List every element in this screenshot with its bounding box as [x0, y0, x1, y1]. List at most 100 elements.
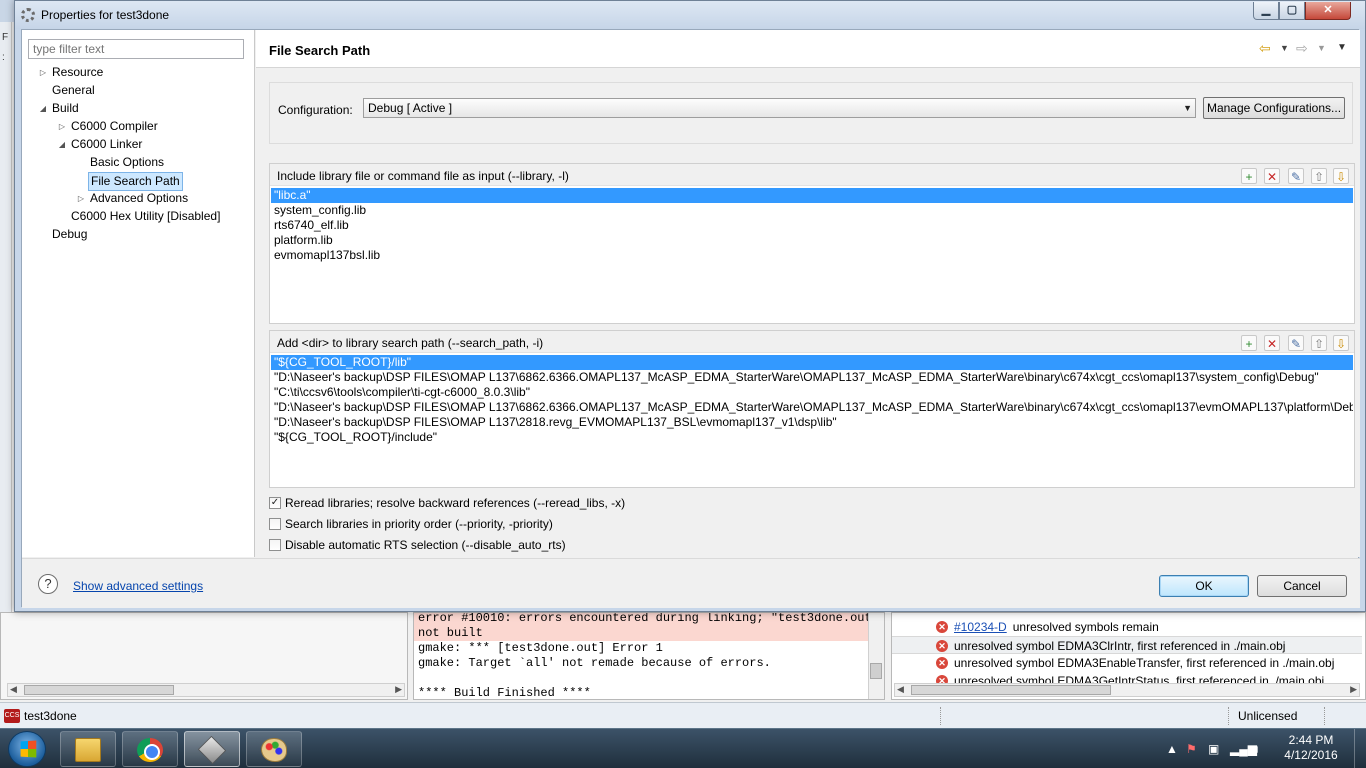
- move-up-icon[interactable]: ⇧: [1311, 335, 1327, 351]
- search-path-list-item[interactable]: "D:\Naseer's backup\DSP FILES\OMAP L137\…: [271, 415, 1353, 430]
- help-icon[interactable]: ?: [38, 574, 58, 594]
- library-list-item[interactable]: evmomapl137bsl.lib: [271, 248, 1353, 263]
- status-separator: [1228, 707, 1230, 725]
- tree-item-label: C6000 Linker: [71, 137, 143, 151]
- tree-item-label: Advanced Options: [90, 191, 189, 205]
- tray-expand-icon[interactable]: ▲: [1166, 742, 1178, 756]
- checkbox-checked-icon[interactable]: ✓: [269, 497, 281, 509]
- status-separator: [1324, 707, 1326, 725]
- taskbar-clock[interactable]: 2:44 PM 4/12/2016: [1276, 733, 1346, 763]
- settings-tree-panel: ▷ Resource General ◢ Build ▷ C6000 Compi…: [22, 30, 255, 557]
- error-icon: ✕: [936, 657, 948, 669]
- edit-item-icon[interactable]: ✎: [1288, 168, 1304, 184]
- forward-dropdown-icon[interactable]: ▼: [1317, 40, 1326, 56]
- volume-icon[interactable]: 🔈︎: [1254, 742, 1261, 757]
- search-path-list-item[interactable]: "C:\ti\ccsv6\tools\compiler\ti-cgt-c6000…: [271, 385, 1353, 400]
- tree-collapse-icon[interactable]: ◢: [38, 100, 48, 117]
- tree-expand-icon[interactable]: ▷: [38, 64, 48, 81]
- checkbox-unchecked-icon[interactable]: [269, 539, 281, 551]
- tree-expand-icon[interactable]: ▷: [57, 118, 67, 135]
- move-down-icon[interactable]: ⇩: [1333, 168, 1349, 184]
- add-item-icon[interactable]: +: [1241, 168, 1257, 184]
- search-path-list-item[interactable]: "${CG_TOOL_ROOT}/lib": [271, 355, 1353, 370]
- close-button[interactable]: ✕: [1305, 2, 1351, 20]
- scroll-right-icon[interactable]: ▶: [395, 684, 402, 695]
- properties-gear-icon: [21, 8, 35, 22]
- show-desktop-button[interactable]: [1354, 729, 1366, 768]
- disable-auto-rts-checkbox[interactable]: Disable automatic RTS selection (--disab…: [269, 537, 566, 553]
- reread-libs-checkbox[interactable]: ✓ Reread libraries; resolve backward ref…: [269, 495, 625, 511]
- problems-hscroll[interactable]: ◀ ▶: [894, 683, 1360, 697]
- library-list-item[interactable]: system_config.lib: [271, 203, 1353, 218]
- system-tray: ▲ ⚑ ▣ ▂▄▆ 🔈︎ 2:44 PM 4/12/2016: [1160, 729, 1366, 768]
- delete-item-icon[interactable]: ✕: [1264, 335, 1280, 351]
- ok-button[interactable]: OK: [1159, 575, 1249, 597]
- library-list-item[interactable]: rts6740_elf.lib: [271, 218, 1353, 233]
- windows-taskbar: ▲ ⚑ ▣ ▂▄▆ 🔈︎ 2:44 PM 4/12/2016: [0, 728, 1366, 768]
- manage-configurations-button[interactable]: Manage Configurations...: [1203, 97, 1345, 119]
- project-explorer-hscroll[interactable]: ◀ ▶: [7, 683, 405, 697]
- maximize-button[interactable]: ▢: [1279, 2, 1305, 20]
- scroll-thumb[interactable]: [24, 685, 174, 695]
- taskbar-ccs[interactable]: [184, 731, 240, 767]
- search-path-list-header: Add <dir> to library search path (--sear…: [270, 331, 1354, 353]
- problem-text: unresolved symbols remain: [1012, 620, 1159, 634]
- tree-expand-icon[interactable]: ▷: [76, 190, 86, 207]
- search-path-list-item[interactable]: "${CG_TOOL_ROOT}/include": [271, 430, 1353, 445]
- show-advanced-settings-link[interactable]: Show advanced settings: [73, 579, 203, 593]
- tree-item-label: C6000 Compiler: [71, 119, 158, 133]
- chrome-icon: [137, 738, 163, 762]
- start-button[interactable]: [8, 731, 46, 767]
- scroll-thumb[interactable]: [870, 663, 882, 679]
- search-path-list-group: Add <dir> to library search path (--sear…: [269, 330, 1355, 488]
- move-up-icon[interactable]: ⇧: [1311, 168, 1327, 184]
- configuration-label: Configuration:: [278, 103, 353, 117]
- forward-arrow-icon[interactable]: ⇨: [1296, 40, 1308, 56]
- search-path-list-item[interactable]: "D:\Naseer's backup\DSP FILES\OMAP L137\…: [271, 370, 1353, 385]
- search-path-list-item[interactable]: "D:\Naseer's backup\DSP FILES\OMAP L137\…: [271, 400, 1353, 415]
- status-bar: CCS test3done Unlicensed: [0, 702, 1366, 728]
- taskbar-explorer[interactable]: [60, 731, 116, 767]
- scroll-thumb[interactable]: [911, 685, 1111, 695]
- taskbar-chrome[interactable]: [122, 731, 178, 767]
- add-item-icon[interactable]: +: [1241, 335, 1257, 351]
- cancel-button[interactable]: Cancel: [1257, 575, 1347, 597]
- clock-date: 4/12/2016: [1284, 748, 1338, 762]
- console-line: gmake: Target `all' not remade because o…: [418, 656, 771, 670]
- scroll-left-icon[interactable]: ◀: [897, 684, 904, 695]
- device-icon[interactable]: ▣: [1208, 742, 1219, 756]
- taskbar-paint[interactable]: [246, 731, 302, 767]
- configuration-select[interactable]: Debug [ Active ] ▼: [363, 98, 1196, 118]
- priority-checkbox[interactable]: Search libraries in priority order (--pr…: [269, 516, 553, 532]
- search-path-list-label: Add <dir> to library search path (--sear…: [277, 336, 544, 350]
- problem-link[interactable]: #10234-D: [954, 620, 1007, 634]
- problem-row[interactable]: ✕ unresolved symbol EDMA3ClrIntr, first …: [892, 636, 1362, 654]
- scroll-left-icon[interactable]: ◀: [10, 684, 17, 695]
- problem-text: unresolved symbol EDMA3EnableTransfer, f…: [954, 656, 1335, 670]
- problem-row[interactable]: ✕ #10234-D unresolved symbols remain: [892, 618, 1362, 636]
- edit-item-icon[interactable]: ✎: [1288, 335, 1304, 351]
- library-list-header: Include library file or command file as …: [270, 164, 1354, 186]
- network-signal-icon[interactable]: ▂▄▆: [1230, 742, 1257, 756]
- console-vscroll[interactable]: [868, 613, 884, 699]
- checkbox-unchecked-icon[interactable]: [269, 518, 281, 530]
- tree-collapse-icon[interactable]: ◢: [57, 136, 67, 153]
- chevron-down-icon[interactable]: ▼: [1183, 99, 1192, 117]
- library-list-label: Include library file or command file as …: [277, 169, 569, 183]
- tree-item-label: Resource: [52, 65, 104, 79]
- dialog-titlebar[interactable]: Properties for test3done ▁ ▢ ✕: [15, 1, 1365, 29]
- console-line: **** Build Finished ****: [418, 686, 591, 700]
- move-down-icon[interactable]: ⇩: [1333, 335, 1349, 351]
- library-list-item[interactable]: platform.lib: [271, 233, 1353, 248]
- back-arrow-icon[interactable]: ⇦: [1259, 40, 1271, 56]
- problem-row[interactable]: ✕ unresolved symbol EDMA3EnableTransfer,…: [892, 654, 1362, 672]
- action-center-flag-icon[interactable]: ⚑: [1186, 742, 1197, 756]
- minimize-button[interactable]: ▁: [1253, 2, 1279, 20]
- tree-item-label: Basic Options: [90, 155, 165, 169]
- library-list-item[interactable]: "libc.a": [271, 188, 1353, 203]
- delete-item-icon[interactable]: ✕: [1264, 168, 1280, 184]
- back-dropdown-icon[interactable]: ▼: [1280, 40, 1289, 56]
- filter-input[interactable]: [28, 39, 244, 59]
- scroll-right-icon[interactable]: ▶: [1350, 684, 1357, 695]
- view-menu-icon[interactable]: ▼: [1337, 40, 1347, 56]
